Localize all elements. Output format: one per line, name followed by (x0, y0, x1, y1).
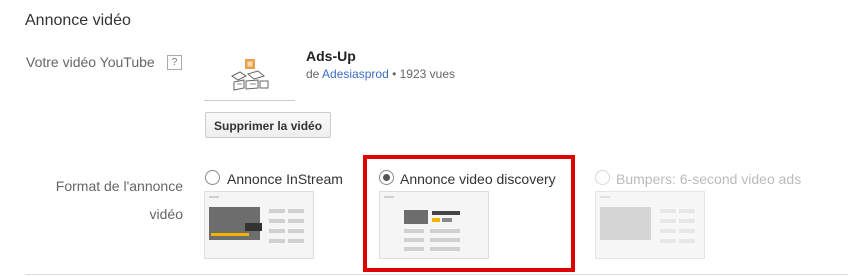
ad-format-label: Format de l'annonce vidéo (40, 172, 183, 228)
youtube-video-label: Votre vidéo YouTube (26, 54, 155, 70)
bumpers-radio[interactable] (595, 170, 610, 185)
video-views: 1923 vues (399, 67, 456, 81)
highlight-box (363, 155, 575, 272)
video-thumbnail[interactable] (204, 48, 295, 101)
video-by-prefix: de (306, 67, 323, 81)
ad-format-label-line2: vidéo (149, 206, 183, 222)
bumpers-preview[interactable] (595, 191, 705, 259)
video-meta: de Adesiasprod • 1923 vues (306, 67, 455, 81)
instream-preview[interactable] (204, 191, 314, 259)
section-divider (25, 274, 848, 275)
channel-link[interactable]: Adesiasprod (322, 67, 389, 81)
instream-radio[interactable] (205, 170, 220, 185)
video-title: Ads-Up (306, 48, 356, 64)
instream-label[interactable]: Annonce InStream (227, 171, 343, 187)
section-title: Annonce vidéo (25, 12, 131, 29)
meta-separator: • (388, 67, 400, 81)
ad-format-label-line1: Format de l'annonce (55, 178, 183, 194)
bumpers-label[interactable]: Bumpers: 6-second video ads (616, 171, 801, 187)
help-icon[interactable]: ? (167, 55, 182, 70)
remove-video-button[interactable]: Supprimer la vidéo (205, 112, 332, 138)
